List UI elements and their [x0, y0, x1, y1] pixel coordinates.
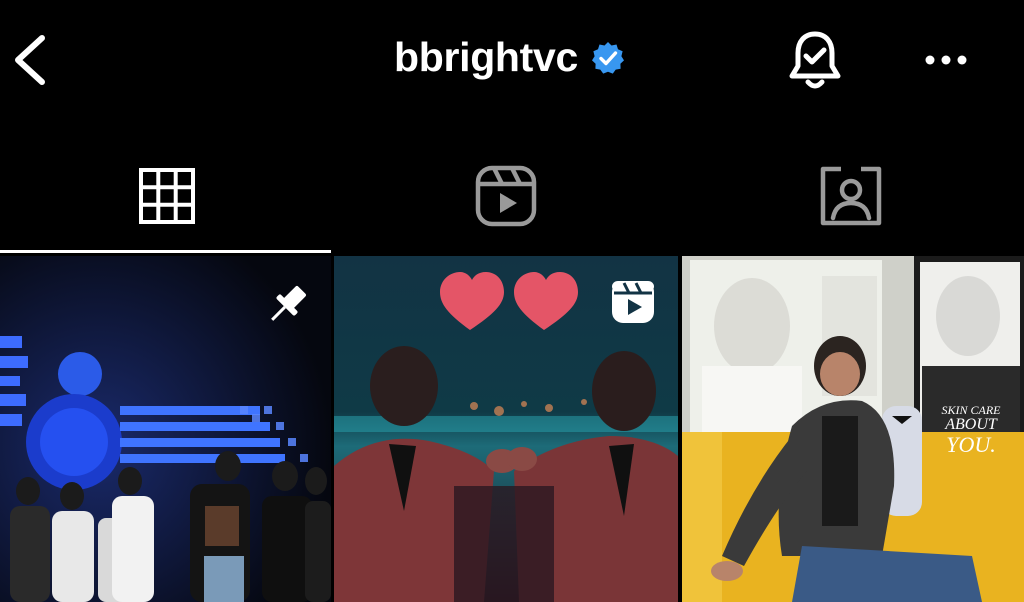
pin-icon — [271, 286, 306, 321]
post-tile-reel[interactable] — [334, 256, 678, 602]
tab-reels[interactable] — [333, 140, 678, 252]
poster-sign-line: YOU. — [946, 432, 996, 458]
reels-icon — [612, 281, 654, 323]
tagged-person-icon — [820, 166, 882, 226]
username: bbrightvc — [393, 34, 579, 80]
bell-check-icon — [789, 31, 841, 89]
poster-sign: SKIN CARE ABOUT YOU. — [926, 403, 1016, 458]
profile-tabs — [0, 140, 1024, 254]
tab-posts-grid[interactable] — [0, 140, 333, 252]
reels-icon — [475, 165, 536, 227]
more-horizontal-icon — [925, 55, 967, 65]
hearts-sticker — [440, 272, 578, 330]
notifications-button[interactable] — [784, 28, 846, 94]
post-tile-photo[interactable]: SKIN CARE ABOUT YOU. — [682, 256, 1024, 602]
posts-grid: SKIN CARE ABOUT YOU. — [0, 256, 1024, 602]
grid-icon — [138, 168, 195, 224]
more-options-button[interactable] — [918, 40, 974, 80]
profile-title: bbrightvc — [0, 34, 1024, 81]
poster-sign-line: SKIN CARE — [941, 403, 1001, 417]
active-tab-indicator — [0, 250, 331, 253]
profile-header: bbrightvc — [0, 0, 1024, 120]
poster-sign-line: ABOUT — [945, 415, 997, 433]
post-tile-pinned[interactable] — [0, 256, 331, 602]
verified-badge-icon — [592, 41, 625, 74]
tab-tagged[interactable] — [678, 140, 1024, 252]
